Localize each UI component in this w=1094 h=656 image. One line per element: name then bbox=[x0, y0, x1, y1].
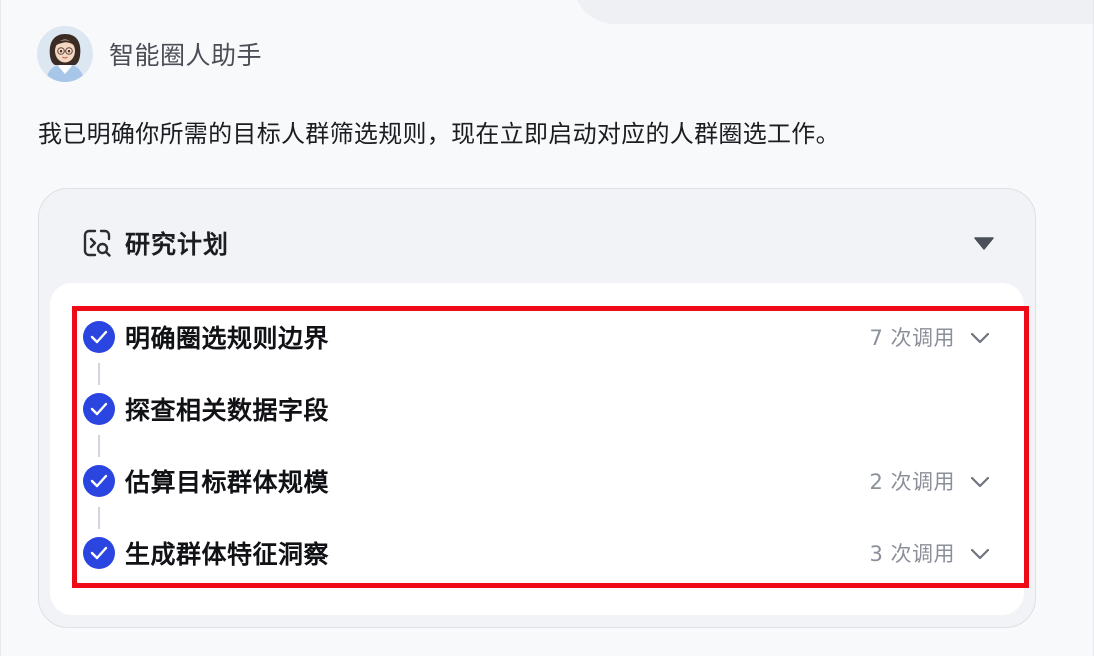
chevron-down-icon[interactable] bbox=[969, 474, 991, 488]
step-meta: 7 次调用 bbox=[869, 322, 991, 352]
step-call-count: 2 次调用 bbox=[869, 470, 955, 494]
step-connector bbox=[98, 435, 100, 457]
plan-title: 研究计划 bbox=[125, 230, 230, 259]
step-label: 估算目标群体规模 bbox=[125, 468, 330, 497]
assistant-name: 智能圈人助手 bbox=[109, 41, 263, 70]
caret-down-icon[interactable] bbox=[973, 235, 995, 251]
step-label: 生成群体特征洞察 bbox=[125, 540, 330, 569]
previous-message-bubble bbox=[573, 0, 1093, 24]
assistant-message: 我已明确你所需的目标人群筛选规则，现在立即启动对应的人群圈选工作。 bbox=[38, 120, 840, 148]
check-circle-icon bbox=[83, 465, 115, 497]
step-call-count: 3 次调用 bbox=[869, 542, 955, 566]
assistant-header: 智能圈人助手 bbox=[37, 26, 262, 82]
plan-step-4[interactable]: 生成群体特征洞察 3 次调用 bbox=[83, 535, 991, 571]
chevron-down-icon[interactable] bbox=[969, 546, 991, 560]
plan-steps-list: 明确圈选规则边界 7 次调用 探查相关数据字段 估算目标群体规模 2 次调用 生… bbox=[50, 283, 1029, 615]
check-circle-icon bbox=[83, 321, 115, 353]
research-plan-card: 研究计划 明确圈选规则边界 7 次调用 探查相关数据字段 估算目标群体规模 2 … bbox=[38, 188, 1036, 628]
step-meta: 2 次调用 bbox=[869, 466, 991, 496]
search-plan-icon bbox=[81, 227, 113, 259]
chevron-down-icon[interactable] bbox=[969, 330, 991, 344]
step-label: 探查相关数据字段 bbox=[125, 396, 330, 425]
step-call-count: 7 次调用 bbox=[869, 326, 955, 350]
plan-step-3[interactable]: 估算目标群体规模 2 次调用 bbox=[83, 463, 991, 499]
plan-step-1[interactable]: 明确圈选规则边界 7 次调用 bbox=[83, 319, 991, 355]
check-circle-icon bbox=[83, 537, 115, 569]
chat-page: 智能圈人助手 我已明确你所需的目标人群筛选规则，现在立即启动对应的人群圈选工作。… bbox=[0, 0, 1094, 656]
check-circle-icon bbox=[83, 393, 115, 425]
avatar bbox=[37, 26, 93, 82]
step-meta: 3 次调用 bbox=[869, 538, 991, 568]
step-connector bbox=[98, 507, 100, 529]
plan-header: 研究计划 bbox=[81, 223, 229, 263]
step-label: 明确圈选规则边界 bbox=[125, 324, 330, 353]
plan-step-2[interactable]: 探查相关数据字段 bbox=[83, 391, 991, 427]
step-connector bbox=[98, 363, 100, 385]
